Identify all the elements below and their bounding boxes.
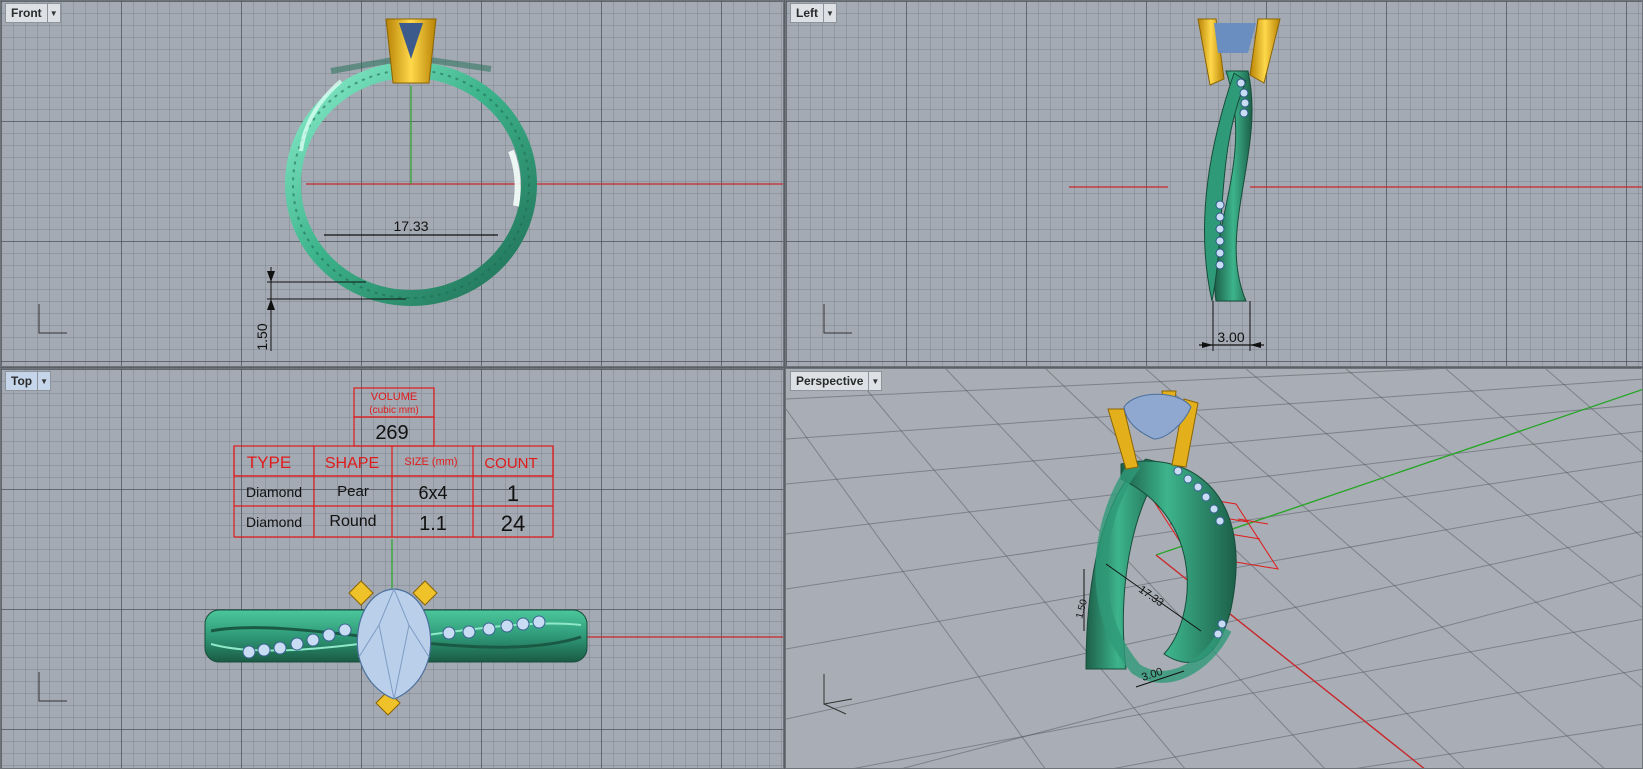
row2-count: 24 — [501, 511, 525, 536]
chevron-down-icon[interactable]: ▼ — [46, 4, 60, 22]
volume-label: VOLUME — [371, 391, 417, 403]
top-viewport[interactable]: Top ▼ VOLUME (cubic mm) 269 TYPE SHAPE S… — [0, 368, 784, 769]
thickness-dimension: 1.50 — [254, 323, 270, 350]
row2-size: 1.1 — [419, 513, 447, 535]
width-dimension: 3.00 — [1217, 329, 1244, 345]
header-size: SIZE (mm) — [404, 456, 457, 468]
volume-unit-label: (cubic mm) — [369, 405, 418, 416]
row2-type: Diamond — [246, 514, 302, 530]
spec-table: VOLUME (cubic mm) 269 TYPE SHAPE SIZE (m… — [233, 387, 554, 538]
chevron-down-icon[interactable]: ▼ — [37, 372, 50, 390]
row2-shape: Round — [329, 513, 376, 530]
left-viewport[interactable]: Left ▼ 3.00 — [785, 0, 1643, 367]
gem-shape — [1214, 23, 1256, 53]
front-ring-drawing: 17.33 1.50 — [38, 18, 783, 351]
header-count: COUNT — [484, 455, 537, 472]
front-viewport-tab[interactable]: Front ▼ — [5, 3, 61, 23]
left-viewport-tab[interactable]: Left ▼ — [790, 3, 837, 23]
left-ring-drawing: 3.00 — [823, 18, 1642, 351]
top-viewport-tab[interactable]: Top ▼ — [5, 371, 52, 391]
top-viewport-label: Top — [11, 374, 33, 388]
axis-widget-icon — [38, 304, 67, 334]
header-shape: SHAPE — [325, 455, 379, 472]
perspective-viewport-label: Perspective — [796, 374, 864, 388]
chevron-down-icon[interactable]: ▼ — [823, 4, 836, 22]
width-dimension: 17.33 — [393, 218, 428, 234]
front-viewport-label: Front — [11, 6, 42, 20]
persp-width-dimension: 17.33 — [1136, 584, 1165, 610]
perspective-viewport-tab[interactable]: Perspective ▼ — [790, 371, 883, 391]
volume-value: 269 — [375, 422, 408, 444]
chevron-down-icon[interactable]: ▼ — [868, 372, 881, 390]
row1-type: Diamond — [246, 484, 302, 500]
perspective-drawing: 17.33 1.50 3.00 — [786, 369, 1642, 768]
axis-widget-icon — [823, 304, 852, 334]
front-viewport[interactable]: Front ▼ 17.33 1.50 — [0, 0, 784, 367]
perspective-viewport[interactable]: Perspective ▼ 17.33 1.50 3.00 — [785, 368, 1643, 769]
row1-count: 1 — [507, 481, 519, 506]
header-type: TYPE — [247, 453, 291, 472]
row1-size: 6x4 — [418, 483, 447, 503]
row1-shape: Pear — [337, 483, 369, 500]
left-viewport-label: Left — [796, 6, 818, 20]
